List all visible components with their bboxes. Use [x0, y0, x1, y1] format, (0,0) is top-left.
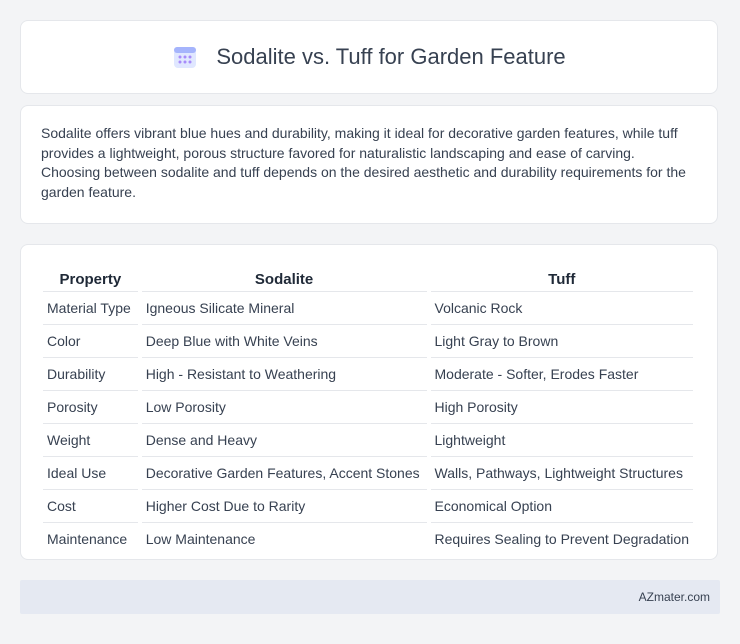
- cell-sodalite: Low Porosity: [141, 393, 427, 424]
- cell-sodalite: Dense and Heavy: [141, 426, 427, 457]
- cell-sodalite: Low Maintenance: [145, 531, 256, 547]
- cell-sodalite: Deep Blue with White Veins: [141, 327, 427, 358]
- cell-property: Ideal Use: [43, 459, 138, 490]
- table-row: Durability High - Resistant to Weatherin…: [43, 360, 693, 391]
- cell-tuff: Lightweight: [430, 426, 693, 457]
- cell-property: Color: [43, 327, 138, 358]
- cell-property: Cost: [43, 492, 138, 523]
- comparison-card: Property Sodalite Tuff Material Type Ign…: [20, 244, 718, 560]
- summary-text: Sodalite offers vibrant blue hues and du…: [41, 125, 686, 200]
- footer-bar: AZmater.com: [20, 580, 720, 614]
- table-row: Cost Higher Cost Due to Rarity Economica…: [43, 492, 693, 523]
- cell-property: Maintenance: [47, 531, 128, 547]
- summary-card: Sodalite offers vibrant blue hues and du…: [20, 105, 718, 224]
- cell-property: Porosity: [43, 393, 138, 424]
- cell-tuff: High Porosity: [430, 393, 693, 424]
- title-wrap: Sodalite vs. Tuff for Garden Feature: [172, 44, 566, 70]
- cell-tuff: Volcanic Rock: [430, 294, 693, 325]
- cell-sodalite: High - Resistant to Weathering: [141, 360, 427, 391]
- cell-sodalite: Decorative Garden Features, Accent Stone…: [141, 459, 427, 490]
- table-row: Porosity Low Porosity High Porosity: [43, 393, 693, 424]
- table-row: Weight Dense and Heavy Lightweight: [43, 426, 693, 457]
- cell-property: Weight: [43, 426, 138, 457]
- cell-property: Material Type: [43, 294, 138, 325]
- header-sodalite: Sodalite: [141, 267, 427, 292]
- table-row: Color Deep Blue with White Veins Light G…: [43, 327, 693, 358]
- header-tuff: Tuff: [430, 267, 693, 292]
- cell-tuff: Light Gray to Brown: [430, 327, 693, 358]
- calendar-icon: [174, 47, 197, 68]
- footer-brand[interactable]: AZmater.com: [639, 590, 710, 604]
- page-title: Sodalite vs. Tuff for Garden Feature: [216, 44, 566, 69]
- table-row: Material Type Igneous Silicate Mineral V…: [43, 294, 693, 325]
- comparison-table: Property Sodalite Tuff Material Type Ign…: [39, 265, 697, 557]
- table-header-row: Property Sodalite Tuff: [43, 267, 693, 292]
- header-property: Property: [43, 267, 138, 292]
- cell-tuff: Walls, Pathways, Lightweight Structures: [430, 459, 693, 490]
- cell-property: Durability: [43, 360, 138, 391]
- cell-sodalite: Igneous Silicate Mineral: [141, 294, 427, 325]
- cell-tuff: Economical Option: [430, 492, 693, 523]
- cell-tuff: Moderate - Softer, Erodes Faster: [430, 360, 693, 391]
- header-card: Sodalite vs. Tuff for Garden Feature: [20, 20, 718, 94]
- cell-tuff: Requires Sealing to Prevent Degradation: [434, 531, 690, 547]
- table-row: Ideal Use Decorative Garden Features, Ac…: [43, 459, 693, 490]
- cell-sodalite: Higher Cost Due to Rarity: [141, 492, 427, 523]
- table-row: Maintenance Low Maintenance Requires Sea…: [43, 525, 693, 555]
